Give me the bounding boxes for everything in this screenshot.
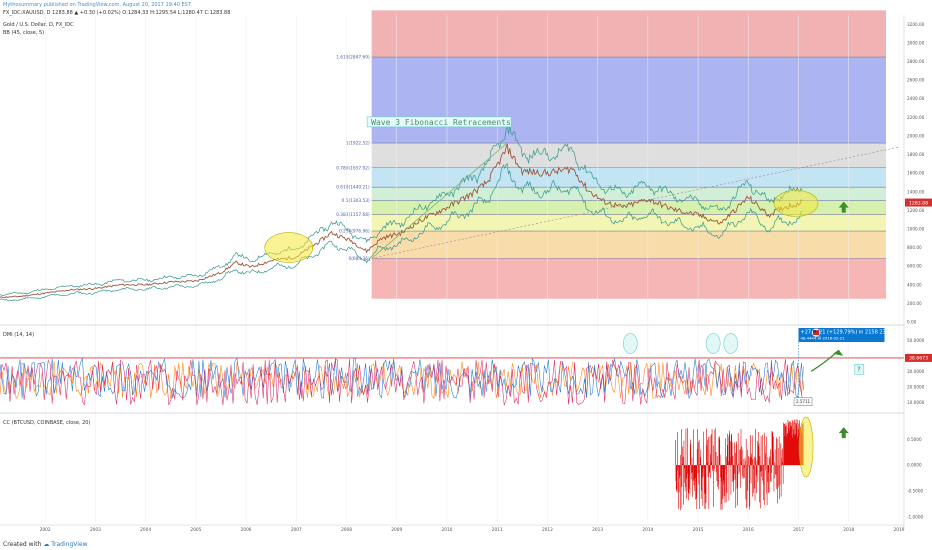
price-tick-label: 400.00 bbox=[907, 282, 922, 287]
x-tick-label: 2019 bbox=[894, 527, 905, 533]
price-tick-label: 0.00 bbox=[907, 320, 917, 325]
price-tick-label: 2000.00 bbox=[907, 133, 925, 138]
measure-line-2: 48.4444 @ 2016-02-21 bbox=[801, 336, 846, 341]
created-with-text: Created with bbox=[3, 541, 42, 548]
price-tick-label: 1400.00 bbox=[907, 189, 925, 194]
cc-tick-label: 0.0000 bbox=[907, 463, 922, 468]
highlight-dmi-peak bbox=[723, 333, 739, 354]
dmi-level-text: 38.6673 bbox=[909, 356, 928, 362]
up-arrow-icon bbox=[838, 427, 849, 439]
dmi-tick-label: 30.0000 bbox=[907, 369, 925, 374]
dmi-plus-line bbox=[0, 357, 804, 400]
fib-level-label: 0(684.36) bbox=[349, 256, 370, 262]
x-tick-label: 2012 bbox=[542, 527, 553, 533]
highlight-2007 bbox=[264, 232, 314, 263]
x-tick-label: 2009 bbox=[391, 527, 402, 533]
x-tick-label: 2018 bbox=[843, 527, 854, 533]
cc-pane-label: CC (BTCUSD, COINBASE, close, 20) bbox=[3, 420, 91, 426]
tradingview-logo-icon: ☁ bbox=[43, 541, 50, 548]
curved-arrow-icon bbox=[810, 352, 837, 372]
dmi-pane bbox=[0, 324, 904, 406]
price-tick-label: 3000.00 bbox=[907, 40, 925, 45]
price-tick-label: 2200.00 bbox=[907, 115, 925, 120]
fib-level-label: 0.618(1449.21) bbox=[336, 185, 370, 191]
x-tick-label: 2006 bbox=[241, 527, 252, 533]
dmi-value-text: 2.5711 bbox=[796, 399, 810, 404]
price-tick-label: 3200.00 bbox=[907, 22, 925, 27]
current-price-text: 1283.88 bbox=[909, 200, 928, 206]
fibonacci-zones: 1.618(2847.69) 1(1922.52) 0.786(1657.92) 0.… bbox=[336, 10, 887, 299]
dmi-tick-label: 20.0000 bbox=[907, 384, 925, 389]
x-tick-label: 2015 bbox=[693, 527, 704, 533]
price-tick-label: 1000.00 bbox=[907, 226, 925, 231]
x-tick-label: 2016 bbox=[743, 527, 754, 533]
chart-canvas: 1.618(2847.69) 1(1922.52) 0.786(1657.92) 0.… bbox=[0, 10, 932, 533]
fib-level-label: 0.236(976.96) bbox=[339, 229, 370, 235]
x-tick-label: 2011 bbox=[492, 527, 503, 533]
price-tick-label: 1800.00 bbox=[907, 152, 925, 157]
cc-pane bbox=[0, 412, 904, 511]
x-tick-label: 2010 bbox=[442, 527, 453, 533]
x-tick-label: 2017 bbox=[793, 527, 804, 533]
fib-level-label: 0.382(1157.68) bbox=[336, 212, 370, 218]
fib-zone-top bbox=[371, 10, 887, 58]
dmi-pane-label: DMI (14, 14) bbox=[3, 332, 35, 338]
curved-arrow-head-icon bbox=[833, 349, 844, 356]
us-flag-canton bbox=[813, 330, 816, 333]
fib-zone bbox=[371, 214, 887, 232]
price-tick-label: 600.00 bbox=[907, 264, 922, 269]
highlight-cc bbox=[798, 416, 814, 478]
dmi-tick-label: 10.0000 bbox=[907, 400, 925, 405]
price-tick-label: 200.00 bbox=[907, 301, 922, 306]
symbol-line: FX_IDC:XAUUSD, D 1283.88 ▲ +0.30 (+0.02%… bbox=[3, 10, 231, 16]
fib-zone bbox=[371, 231, 887, 259]
price-tick-label: 1600.00 bbox=[907, 171, 925, 176]
question-mark-text: ? bbox=[857, 365, 861, 373]
publisher-line: Mythosummary published on TradingView.co… bbox=[3, 2, 191, 8]
highlight-dmi-peak bbox=[622, 333, 638, 354]
bb-label: BB (45, close, 5) bbox=[3, 30, 45, 36]
x-tick-label: 2005 bbox=[190, 527, 201, 533]
x-tick-label: 2004 bbox=[140, 527, 151, 533]
x-tick-label: 2014 bbox=[642, 527, 653, 533]
cc-tick-label: 0.5000 bbox=[907, 437, 922, 442]
fib-level-label: 1.618(2847.69) bbox=[336, 55, 370, 61]
fib-zone bbox=[371, 143, 887, 168]
fib-zone bbox=[371, 167, 887, 188]
x-tick-label: 2002 bbox=[40, 527, 51, 533]
fib-level-label: 0.786(1657.92) bbox=[336, 165, 370, 171]
fib-zone-bottom bbox=[371, 258, 887, 299]
cc-tick-label: -1.0000 bbox=[907, 514, 923, 519]
price-tick-label: 2800.00 bbox=[907, 59, 925, 64]
price-tick-label: 2400.00 bbox=[907, 96, 925, 101]
footer-brand: TradingView bbox=[51, 541, 88, 548]
fib-level-label: 1(1922.52) bbox=[346, 141, 370, 147]
cc-tick-label: -0.5000 bbox=[907, 488, 923, 493]
price-tick-label: 2600.00 bbox=[907, 78, 925, 83]
price-tick-label: 1200.00 bbox=[907, 208, 925, 213]
chart-title: Gold / U.S. Dollar, D, FX_IDC bbox=[3, 22, 74, 28]
highlight-dmi-peak bbox=[705, 333, 721, 354]
footer-created: Created with ☁ TradingView bbox=[3, 541, 88, 548]
x-tick-label: 2007 bbox=[291, 527, 302, 533]
wave-label-text: Wave 3 Fibonacci Retracements bbox=[371, 118, 511, 127]
x-tick-label: 2013 bbox=[592, 527, 603, 533]
price-tick-label: 800.00 bbox=[907, 245, 922, 250]
fib-zone bbox=[371, 57, 887, 144]
fib-level-label: 0.5(1303.53) bbox=[342, 198, 370, 204]
x-tick-label: 2003 bbox=[90, 527, 101, 533]
highlight-2017 bbox=[773, 190, 819, 217]
x-tick-label: 2008 bbox=[341, 527, 352, 533]
dmi-tick-label: 50.0000 bbox=[907, 338, 925, 343]
